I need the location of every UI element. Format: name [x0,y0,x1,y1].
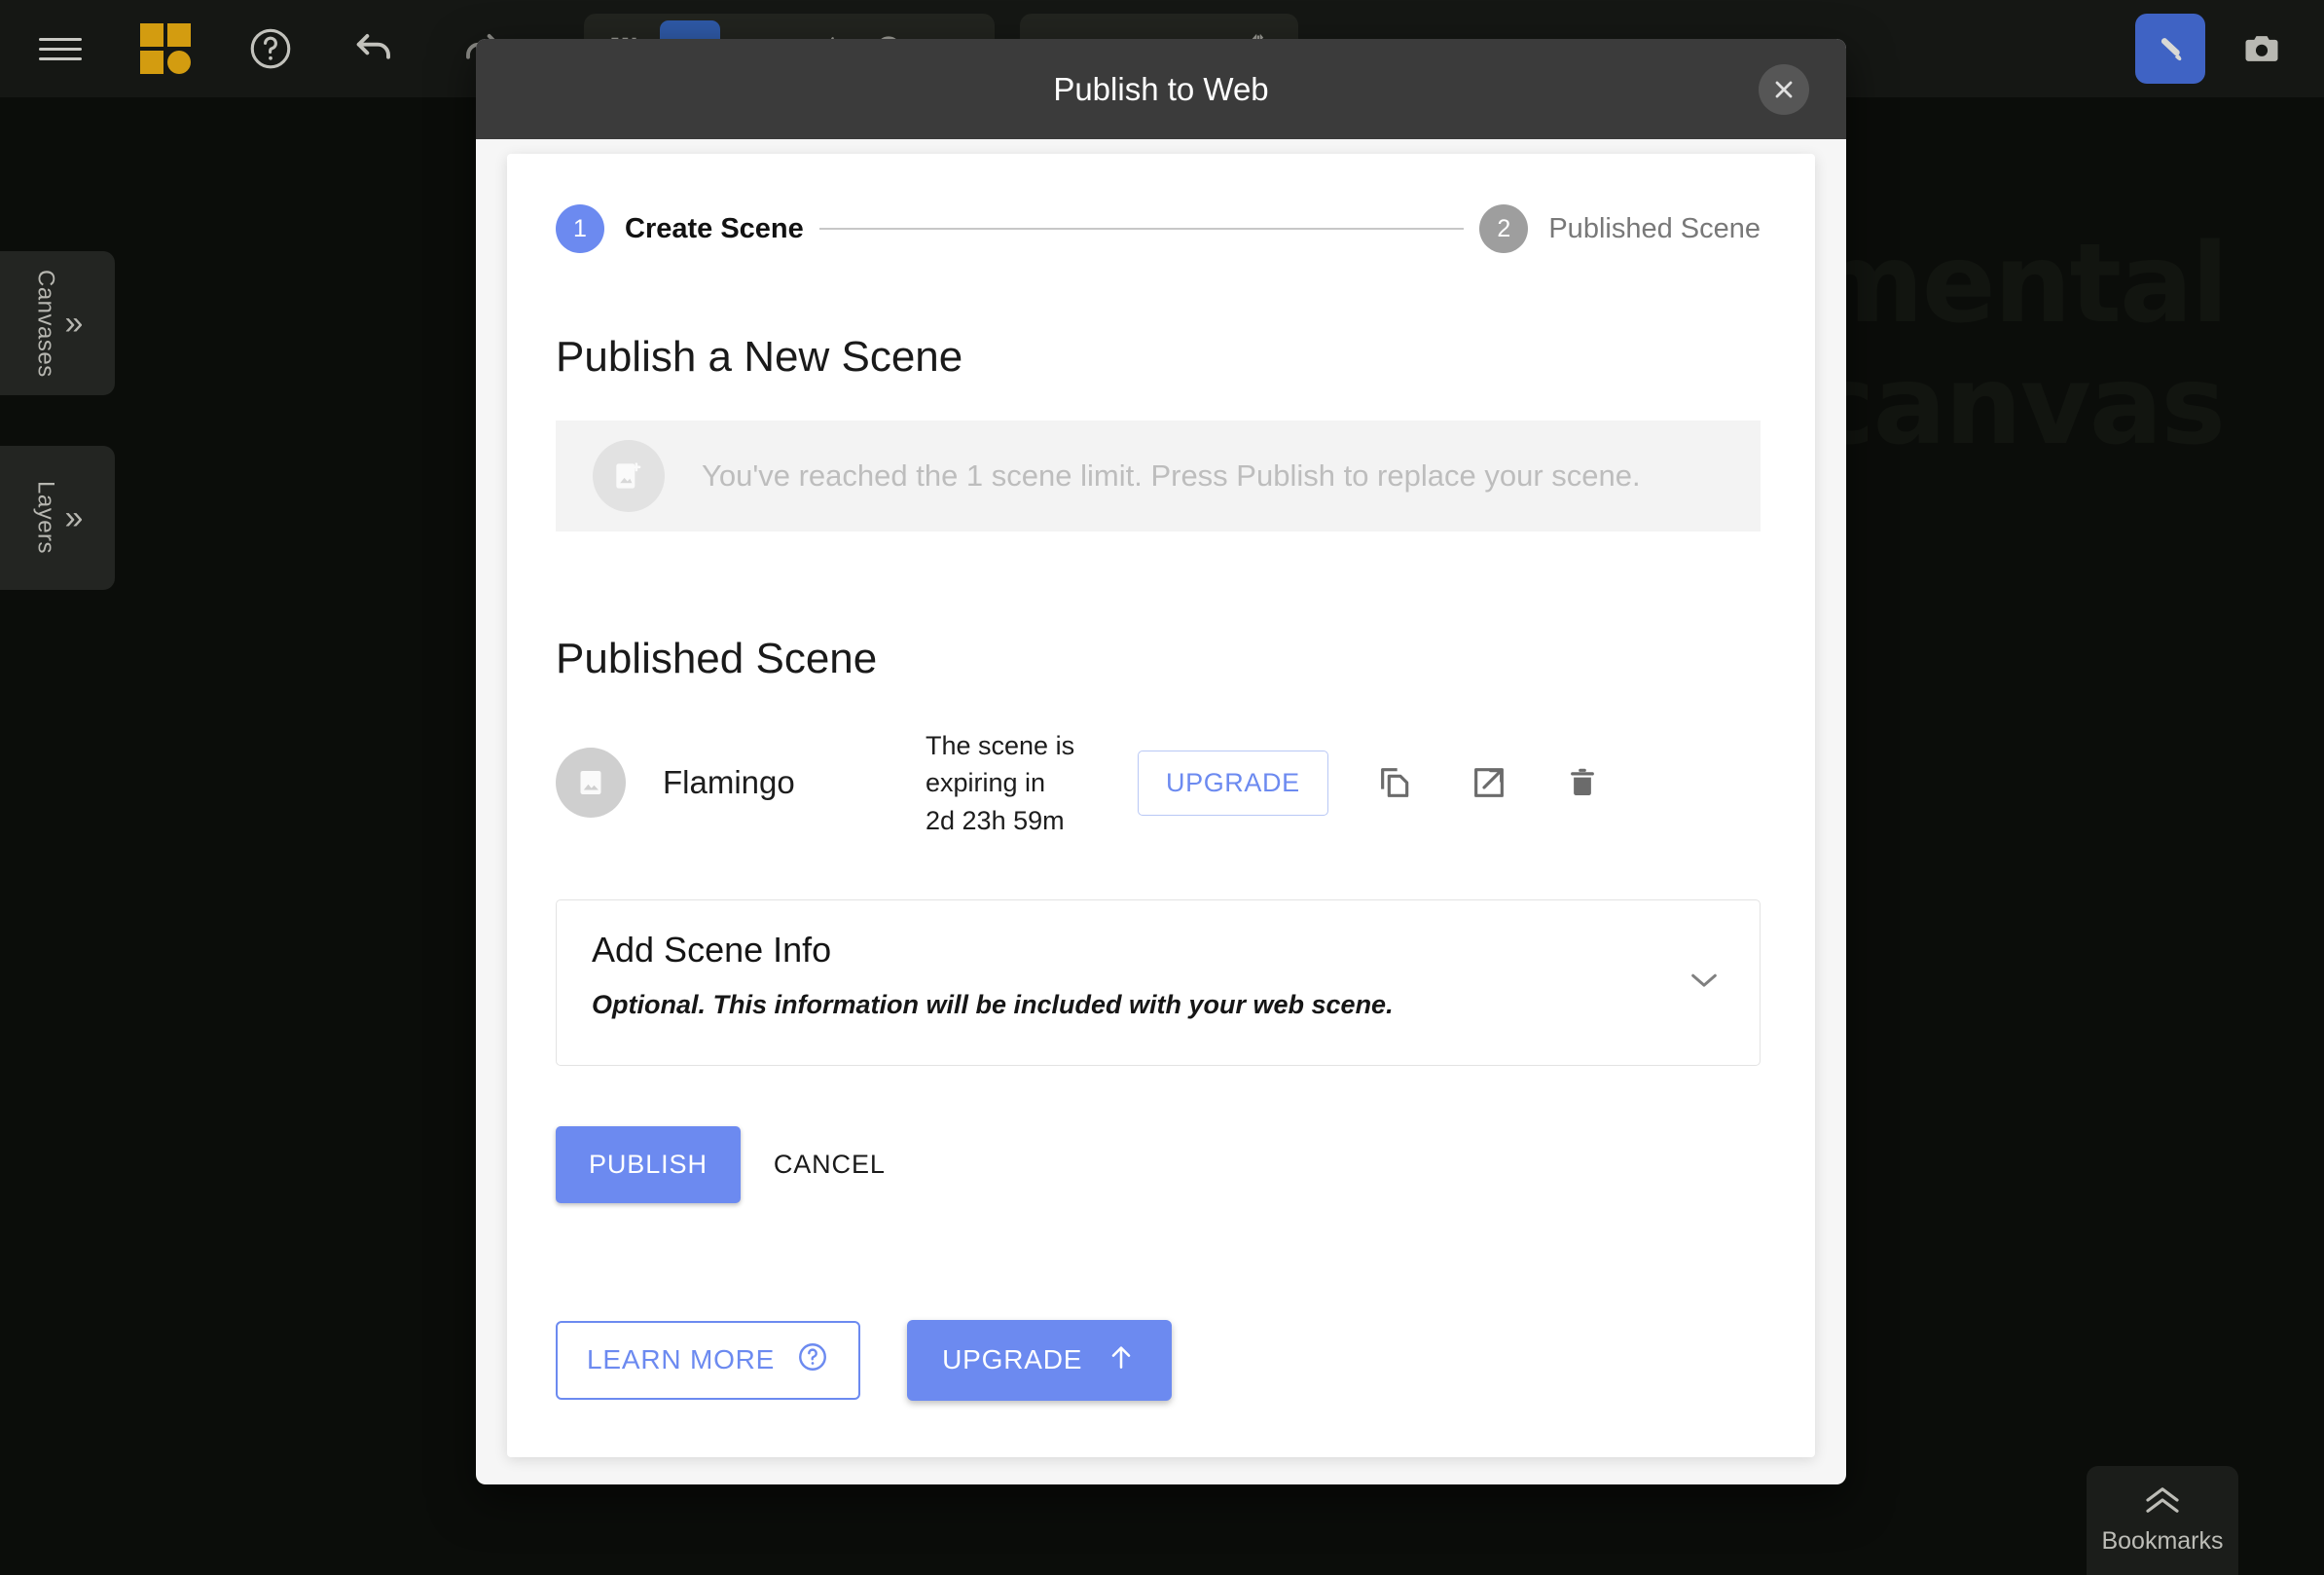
stepper-connector [818,228,1465,230]
upgrade-button[interactable]: UPGRADE [907,1319,1173,1401]
toolbar-right-group [2135,14,2297,84]
paintbrush-icon[interactable] [2135,14,2205,84]
scene-upgrade-button[interactable]: UPGRADE [1138,750,1328,816]
dialog-title: Publish to Web [1053,70,1269,107]
scene-expiry-line-1: The scene is expiring in [926,731,1075,798]
arrow-up-icon [1106,1339,1137,1381]
add-scene-info-panel[interactable]: Add Scene Info Optional. This informatio… [556,898,1761,1066]
trash-icon[interactable] [1561,761,1604,804]
application-window: mental canvas Canvases » Layers » Bookma… [0,0,2324,1575]
step-2-number: 2 [1479,204,1529,253]
double-chevron-up-icon [2140,1485,2185,1520]
publish-button[interactable]: PUBLISH [556,1125,741,1203]
canvas-art-line-1: mental [1810,221,2229,348]
mental-canvas-logo-icon[interactable] [138,21,193,76]
copy-icon[interactable] [1374,761,1417,804]
camera-icon[interactable] [2227,14,2297,84]
canvas-art-line-2: canvas [1810,343,2226,470]
bookmarks-label: Bookmarks [2101,1527,2224,1555]
help-circle-icon [796,1340,829,1380]
sidebar-item-layers[interactable]: Layers » [0,446,115,590]
add-scene-info-title: Add Scene Info [592,929,832,970]
close-icon[interactable] [1759,63,1809,115]
step-1-label: Create Scene [625,212,804,244]
dialog-footer: LEARN MORE UPGRADE [556,1319,1761,1401]
double-chevron-right-icon: » [64,305,84,342]
step-1-number: 1 [556,204,604,253]
scene-expiry-text: The scene is expiring in 2d 23h 59m [926,727,1116,839]
chevron-down-icon[interactable] [1688,970,1721,996]
dialog-header: Publish to Web [476,39,1846,139]
hamburger-menu-icon[interactable] [33,21,88,76]
undo-arrow-icon[interactable] [348,21,403,76]
published-scene-row: Flamingo The scene is expiring in 2d 23h… [556,727,1761,839]
publish-new-scene-heading: Publish a New Scene [556,333,963,381]
sidebar-item-canvases[interactable]: Canvases » [0,251,115,395]
scene-name: Flamingo [663,764,795,801]
step-published-scene[interactable]: 2 Published Scene [1479,204,1761,253]
upgrade-label: UPGRADE [942,1344,1083,1375]
publish-stepper: 1 Create Scene 2 Published Scene [556,204,1761,253]
publish-to-web-dialog: Publish to Web 1 Create Scene 2 Publishe… [476,39,1846,1484]
scene-limit-notice-text: You've reached the 1 scene limit. Press … [702,458,1641,493]
learn-more-button[interactable]: LEARN MORE [556,1320,861,1400]
add-scene-info-subtitle: Optional. This information will be inclu… [592,989,1394,1019]
step-create-scene[interactable]: 1 Create Scene [556,204,804,253]
published-scene-heading: Published Scene [556,635,878,682]
double-chevron-right-icon: » [64,499,84,536]
sidebar-item-canvases-label: Canvases [32,269,59,378]
add-image-icon [593,440,665,512]
external-link-icon[interactable] [1468,761,1510,804]
scene-action-icons [1374,761,1604,804]
dialog-body: 1 Create Scene 2 Published Scene Publish… [507,154,1815,1457]
dialog-action-row: PUBLISH CANCEL [556,1125,1761,1203]
scene-limit-notice: You've reached the 1 scene limit. Press … [556,421,1761,531]
cancel-button[interactable]: CANCEL [756,1126,903,1203]
sidebar-item-layers-label: Layers [32,481,59,555]
step-2-label: Published Scene [1548,212,1761,244]
bookmarks-panel-toggle[interactable]: Bookmarks [2087,1466,2238,1575]
learn-more-label: LEARN MORE [587,1344,776,1375]
scene-expiry-line-2: 2d 23h 59m [926,805,1065,835]
canvas-artwork-text: mental canvas [1810,221,2229,470]
toolbar-left-group [0,21,508,76]
image-placeholder-icon [556,748,626,819]
help-circle-icon[interactable] [243,21,298,76]
